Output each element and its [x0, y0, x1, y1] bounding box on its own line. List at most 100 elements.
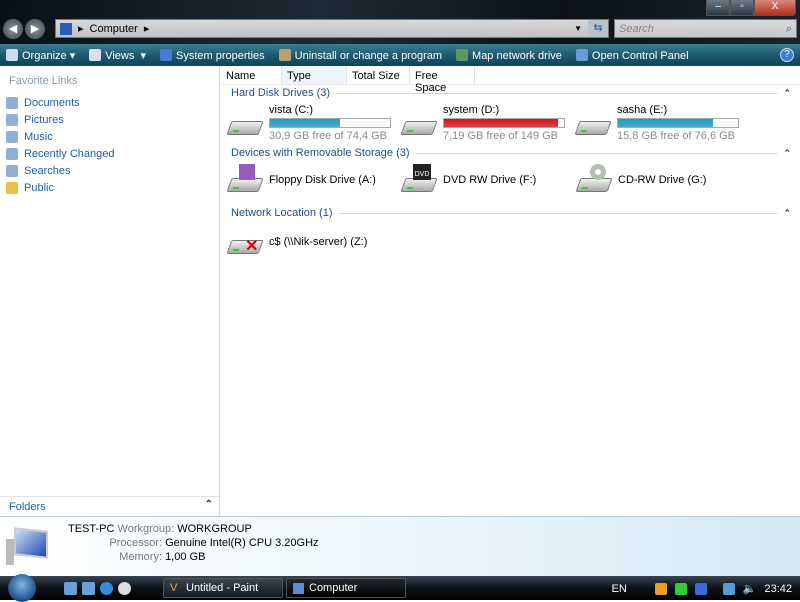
sidebar-item-music[interactable]: Music [0, 128, 219, 145]
group-header-hard-disk-drives[interactable]: Hard Disk Drives (3) ⌃ [231, 87, 791, 99]
sidebar-item-documents[interactable]: Documents [0, 94, 219, 111]
drive-item[interactable]: vista (C:) 30,9 GB free of 74,4 GB [226, 104, 391, 142]
sidebar-item-label: Public [24, 181, 54, 194]
quick-launch [64, 582, 131, 595]
views-button[interactable]: Views ▾ [89, 48, 146, 62]
back-button[interactable]: ◀ [3, 19, 23, 39]
control-panel-icon [575, 48, 588, 61]
address-bar[interactable]: ▸ Computer ▸ ▼ ⇆ [55, 19, 609, 38]
chevron-up-icon: ⌃ [204, 499, 213, 510]
folders-label: Folders [9, 501, 46, 513]
drive-network[interactable]: ✕ c$ (\\Nik-server) (Z:) [226, 230, 367, 255]
refresh-button[interactable]: ⇆ [588, 20, 608, 37]
column-total-size[interactable]: Total Size [347, 66, 410, 84]
chevron-right-icon: ▸ [143, 23, 150, 35]
sidebar-item-label: Pictures [24, 113, 64, 126]
disconnected-network-drive-icon: ✕ [226, 230, 264, 255]
computer-icon [293, 583, 304, 594]
drive-usage-bar [617, 118, 739, 128]
processor-value: Genuine Intel(R) CPU 3.20GHz [165, 537, 319, 549]
drive-name: sasha (E:) [617, 104, 668, 116]
cd-drive-icon [575, 164, 613, 192]
search-input[interactable]: Search ⌕ [614, 19, 797, 38]
network-icon[interactable] [722, 582, 735, 595]
column-headers: Name Type Total Size Free Space [221, 66, 800, 94]
help-button[interactable]: ? [780, 48, 794, 62]
details-pane: TEST-PC Workgroup: WORKGROUP Processor: … [0, 516, 800, 576]
system-properties-button[interactable]: System properties [160, 48, 265, 62]
drive-floppy[interactable]: Floppy Disk Drive (A:) [226, 164, 376, 192]
uninstall-label: Uninstall or change a program [294, 49, 443, 62]
memory-label: Memory: [119, 551, 162, 563]
organize-icon [6, 48, 18, 61]
sidebar-item-searches[interactable]: Searches [0, 162, 219, 179]
language-indicator[interactable]: EN [611, 583, 626, 595]
content-pane: Name Type Total Size Free Space Hard Dis… [221, 66, 800, 516]
system-properties-icon [160, 48, 173, 61]
drive-dvd[interactable]: DVD DVD RW Drive (F:) [400, 164, 536, 192]
sidebar-item-pictures[interactable]: Pictures [0, 111, 219, 128]
map-drive-label: Map network drive [472, 49, 562, 62]
task-label: Untitled - Paint [186, 582, 259, 594]
workgroup-label: Workgroup: [117, 523, 175, 535]
system-tray: EN 🔈 23:42 [611, 582, 792, 595]
uninstall-button[interactable]: Uninstall or change a program [278, 48, 443, 62]
media-player-icon[interactable] [118, 582, 131, 595]
volume-icon[interactable]: 🔈 [743, 582, 757, 595]
computer-icon [6, 527, 50, 569]
group-header-removable-storage[interactable]: Devices with Removable Storage (3) ⌃ [231, 147, 791, 159]
sidebar-item-recently-changed[interactable]: Recently Changed [0, 145, 219, 162]
internet-explorer-icon[interactable] [100, 582, 113, 595]
folders-toggle[interactable]: Folders ⌃ [0, 496, 219, 516]
drive-cd[interactable]: CD-RW Drive (G:) [575, 164, 706, 192]
show-desktop-icon[interactable] [64, 582, 77, 595]
chevron-down-icon[interactable]: ▼ [574, 24, 582, 33]
close-button[interactable]: X [754, 0, 796, 16]
map-network-drive-button[interactable]: Map network drive [456, 48, 562, 62]
taskbar: V Untitled - Paint Computer EN 🔈 23:42 [0, 574, 800, 602]
switch-windows-icon[interactable] [82, 582, 95, 595]
organize-button[interactable]: Organize ▾ [6, 48, 75, 62]
task-label: Computer [309, 582, 358, 594]
forward-button[interactable]: ▶ [25, 19, 45, 39]
drive-item[interactable]: sasha (E:) 15,8 GB free of 76,6 GB [574, 104, 739, 142]
sidebar-item-label: Music [24, 130, 53, 143]
memory-value: 1,00 GB [165, 551, 206, 563]
chevron-up-icon: ⌃ [783, 147, 791, 158]
column-free-space[interactable]: Free Space [410, 66, 475, 94]
search-icon: ⌕ [785, 23, 792, 35]
drive-name: Floppy Disk Drive (A:) [269, 174, 376, 186]
paint-icon: V [170, 582, 178, 594]
open-control-panel-button[interactable]: Open Control Panel [575, 48, 689, 62]
dvd-badge: DVD [413, 164, 431, 180]
documents-icon [6, 96, 18, 109]
chevron-right-icon: ▸ [78, 23, 84, 35]
recent-icon [6, 147, 18, 160]
start-button[interactable] [8, 574, 36, 602]
maximize-button[interactable]: ▫ [730, 0, 754, 16]
drive-usage-fill [618, 119, 713, 127]
drive-free-space: 7,19 GB free of 149 GB [443, 130, 558, 142]
antivirus-icon[interactable] [674, 582, 687, 595]
sidebar-item-label: Searches [24, 164, 71, 177]
clock[interactable]: 23:42 [764, 583, 792, 595]
task-computer[interactable]: Computer [286, 578, 406, 598]
computer-name: TEST-PC [68, 523, 115, 535]
security-shield-icon[interactable] [654, 582, 667, 595]
control-panel-label: Open Control Panel [591, 49, 689, 62]
breadcrumb-computer[interactable]: Computer [90, 23, 138, 35]
drive-free-space: 15,8 GB free of 76,6 GB [617, 130, 736, 142]
tray-app-icon[interactable] [694, 582, 707, 595]
drive-item[interactable]: system (D:) 7,19 GB free of 149 GB [400, 104, 565, 142]
column-name[interactable]: Name [221, 66, 282, 84]
sidebar-item-public[interactable]: Public [0, 179, 219, 196]
search-placeholder: Search [619, 23, 654, 35]
folder-icon [6, 181, 18, 194]
minimize-button[interactable]: – [706, 0, 730, 16]
floppy-drive-icon [226, 164, 264, 192]
hard-drive-icon [400, 111, 438, 135]
group-header-network-location[interactable]: Network Location (1) ⌃ [231, 207, 791, 219]
column-type[interactable]: Type [282, 66, 347, 84]
task-paint[interactable]: V Untitled - Paint [163, 578, 283, 598]
drive-usage-bar [269, 118, 391, 128]
